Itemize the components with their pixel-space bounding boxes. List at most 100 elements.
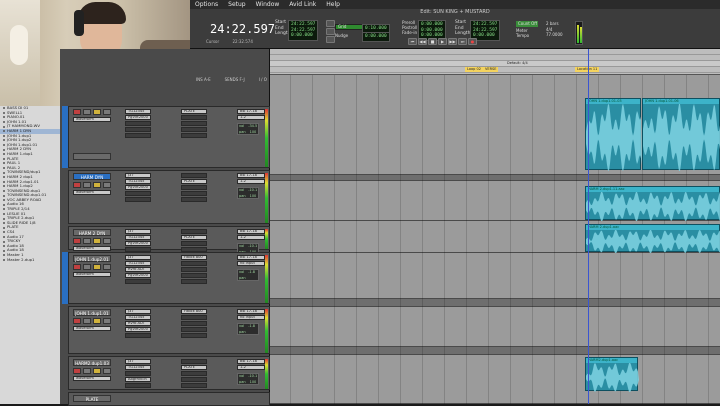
track-visibility-icon[interactable] <box>3 116 5 119</box>
send-slot[interactable] <box>181 359 207 364</box>
audio-clip[interactable]: HARM 2.dup1.aac <box>585 224 720 253</box>
volume-pan-display[interactable]: vol -1.8 pan <box>237 269 259 281</box>
solo-button[interactable] <box>93 109 101 115</box>
track-visibility-icon[interactable] <box>3 254 5 257</box>
insert-slot-empty[interactable] <box>125 333 151 338</box>
insert-slot[interactable]: AbgrRVEin <box>125 377 151 382</box>
output-selector[interactable]: 1-2 <box>237 235 265 240</box>
track-name-button[interactable]: HARM2.dup1.03 <box>73 359 111 366</box>
track-visibility-icon[interactable] <box>3 157 5 160</box>
track-visibility-icon[interactable] <box>3 189 5 192</box>
track-visibility-icon[interactable] <box>3 185 5 188</box>
selection-values[interactable]: 24:22.597 24:22.597 0:00.000 <box>288 20 319 41</box>
send-slot[interactable] <box>181 121 207 126</box>
insert-slot[interactable]: PgVirt2000 <box>125 115 151 120</box>
track-visibility-icon[interactable] <box>3 111 5 114</box>
track-visibility-icon[interactable] <box>3 240 5 243</box>
insert-slot[interactable]: PgVirt2000 <box>125 241 151 246</box>
track-visibility-icon[interactable] <box>3 194 5 197</box>
length-value[interactable]: 0:00.000 <box>291 33 315 39</box>
marker-loop[interactable]: Loop 02 <box>465 67 483 72</box>
grid-mode-button[interactable]: Grid <box>335 24 363 30</box>
output-selector[interactable]: 1-2 <box>237 115 265 120</box>
track-name-button[interactable]: HARM DYN <box>73 173 111 180</box>
volume-pan-display[interactable]: vol-10.1pan 100 <box>237 373 259 385</box>
insert-slot-empty[interactable] <box>125 191 151 196</box>
input-button[interactable] <box>83 264 91 270</box>
inserts-header[interactable]: INS A-E <box>196 77 211 83</box>
tool-trim[interactable] <box>326 28 335 35</box>
track-visibility-icon[interactable] <box>3 199 5 202</box>
pan-value[interactable]: 100 <box>250 380 257 384</box>
track-visibility-icon[interactable] <box>3 153 5 156</box>
menu-window[interactable]: Window <box>251 1 285 8</box>
mute-button[interactable] <box>103 238 111 244</box>
mute-button[interactable] <box>103 264 111 270</box>
menu-setup[interactable]: Setup <box>223 1 250 8</box>
insert-slot[interactable] <box>125 371 151 376</box>
solo-button[interactable] <box>93 318 101 324</box>
send-slot-empty[interactable] <box>181 133 207 138</box>
track-list-item[interactable]: Master 2.dup1 <box>0 257 60 263</box>
mute-button[interactable] <box>103 109 111 115</box>
track-visibility-icon[interactable] <box>3 176 5 179</box>
tempo-value[interactable]: 77.0000 <box>546 32 563 38</box>
insert-slot-empty[interactable] <box>125 279 151 284</box>
output-selector[interactable]: no input <box>237 315 265 320</box>
track-lane[interactable] <box>270 307 720 347</box>
pan-value[interactable]: 100 <box>250 194 257 198</box>
track-visibility-icon[interactable] <box>3 245 5 248</box>
track-name-button[interactable]: PLATE <box>73 395 111 402</box>
mute-button[interactable] <box>103 318 111 324</box>
insert-slot[interactable]: TG12345 <box>125 315 151 320</box>
track-visibility-icon[interactable] <box>3 217 5 220</box>
track-visibility-icon[interactable] <box>3 162 5 165</box>
track-visibility-icon[interactable] <box>3 212 5 215</box>
menu-help[interactable]: Help <box>321 1 345 8</box>
track-visibility-icon[interactable] <box>3 222 5 225</box>
send-slot[interactable]: PLATE <box>181 109 207 114</box>
send-slot[interactable] <box>181 241 207 246</box>
input-selector[interactable]: Bsl 17-18 <box>237 173 265 178</box>
track-visibility-icon[interactable] <box>3 130 5 133</box>
view-selector[interactable]: waveform <box>73 246 111 251</box>
track-visibility-icon[interactable] <box>3 231 5 234</box>
insert-slot[interactable]: Rvrb ADT <box>125 267 151 272</box>
insert-slot[interactable]: J37 <box>125 359 151 364</box>
mute-button[interactable] <box>103 182 111 188</box>
track-visibility-icon[interactable] <box>3 144 5 147</box>
insert-slot[interactable]: PgVirt2000 <box>125 273 151 278</box>
input-selector[interactable]: Bsl 17-18 <box>237 359 265 364</box>
volume-value[interactable]: -10.1 <box>248 374 257 378</box>
rec-button[interactable] <box>73 182 81 188</box>
input-button[interactable] <box>83 318 91 324</box>
record-button[interactable]: ● <box>468 38 477 45</box>
insert-slot[interactable]: J37 <box>125 229 151 234</box>
preroll-value[interactable]: 0:00.000 <box>421 22 443 28</box>
insert-slot[interactable]: TG12345 <box>125 261 151 266</box>
stop-button[interactable]: ■ <box>428 38 437 45</box>
output-selector[interactable]: 1-2 <box>237 179 265 184</box>
menu-options[interactable]: Options <box>190 1 223 8</box>
start-value-2[interactable]: 24:22.597 <box>473 22 497 28</box>
track-lane[interactable] <box>270 347 720 355</box>
input-button[interactable] <box>83 182 91 188</box>
input-button[interactable] <box>83 238 91 244</box>
track-name-button[interactable]: HARM 2 DYN <box>73 229 111 236</box>
track-visibility-icon[interactable] <box>3 139 5 142</box>
send-slot[interactable]: Fdbck 800 <box>181 255 207 260</box>
volume-value[interactable]: -10.1 <box>248 244 257 248</box>
send-slot[interactable] <box>181 229 207 234</box>
input-selector[interactable]: Bsl 17-18 <box>237 109 265 114</box>
track-visibility-icon[interactable] <box>3 203 5 206</box>
track-visibility-icon[interactable] <box>3 121 5 124</box>
rec-button[interactable] <box>73 109 81 115</box>
send-slot[interactable]: PLATE <box>181 365 207 370</box>
send-slot-empty[interactable] <box>181 279 207 284</box>
volume-pan-display[interactable]: vol -1.8 pan <box>237 323 259 335</box>
send-slot[interactable] <box>181 115 207 120</box>
io-header[interactable]: I / O <box>259 77 267 83</box>
send-slot-empty[interactable] <box>181 383 207 388</box>
count-off-button[interactable]: Count Off <box>516 21 538 27</box>
track-lane[interactable] <box>270 253 720 299</box>
